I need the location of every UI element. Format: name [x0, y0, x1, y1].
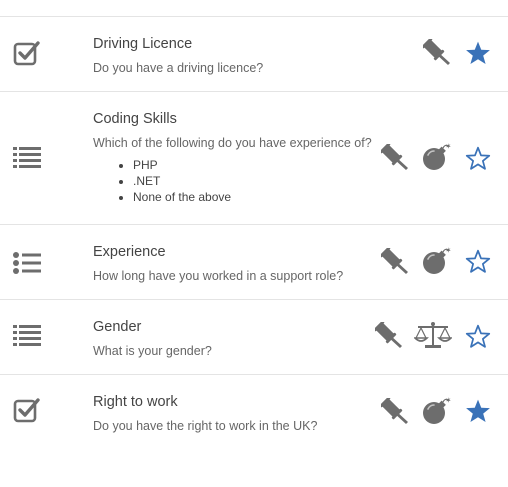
bulleted-list-icon	[13, 252, 41, 274]
question-title: Gender	[93, 319, 142, 335]
question-title: Right to work	[93, 394, 178, 410]
question-description: Do you have a driving licence?	[93, 61, 264, 75]
question-title: Experience	[93, 244, 166, 260]
question-row-gender[interactable]: Gender What is your gender?	[0, 299, 508, 375]
gavel-icon[interactable]	[375, 322, 403, 350]
list-icon	[13, 146, 41, 168]
bomb-icon[interactable]	[422, 142, 452, 172]
checkbox-icon	[13, 396, 41, 424]
gavel-icon[interactable]	[381, 248, 409, 276]
bomb-icon[interactable]	[422, 396, 452, 426]
bomb-icon[interactable]	[422, 246, 452, 276]
gavel-icon[interactable]	[423, 39, 451, 67]
star-outline-icon[interactable]	[465, 323, 491, 349]
gavel-icon[interactable]	[381, 144, 409, 172]
option-item: .NET	[133, 173, 372, 189]
star-filled-icon[interactable]	[465, 40, 491, 66]
question-row-right-to-work[interactable]: Right to work Do you have the right to w…	[0, 374, 508, 450]
option-item: None of the above	[133, 189, 372, 205]
question-row-driving-licence[interactable]: Driving Licence Do you have a driving li…	[0, 16, 508, 92]
question-description: How long have you worked in a support ro…	[93, 269, 344, 283]
question-row-coding-skills[interactable]: Coding Skills Which of the following do …	[0, 91, 508, 225]
question-title: Driving Licence	[93, 36, 193, 52]
options-list: PHP .NET None of the above	[93, 157, 372, 205]
star-outline-icon[interactable]	[465, 145, 491, 171]
question-description: What is your gender?	[93, 344, 212, 358]
question-description: Do you have the right to work in the UK?	[93, 419, 318, 433]
checkbox-icon	[13, 39, 41, 67]
star-outline-icon[interactable]	[465, 248, 491, 274]
gavel-icon[interactable]	[381, 398, 409, 426]
question-row-experience[interactable]: Experience How long have you worked in a…	[0, 224, 508, 300]
balance-scale-icon[interactable]	[414, 321, 452, 349]
star-filled-icon[interactable]	[465, 398, 491, 424]
list-icon	[13, 324, 41, 346]
question-title: Coding Skills	[93, 111, 177, 127]
question-description: Which of the following do you have exper…	[93, 136, 372, 150]
option-item: PHP	[133, 157, 372, 173]
